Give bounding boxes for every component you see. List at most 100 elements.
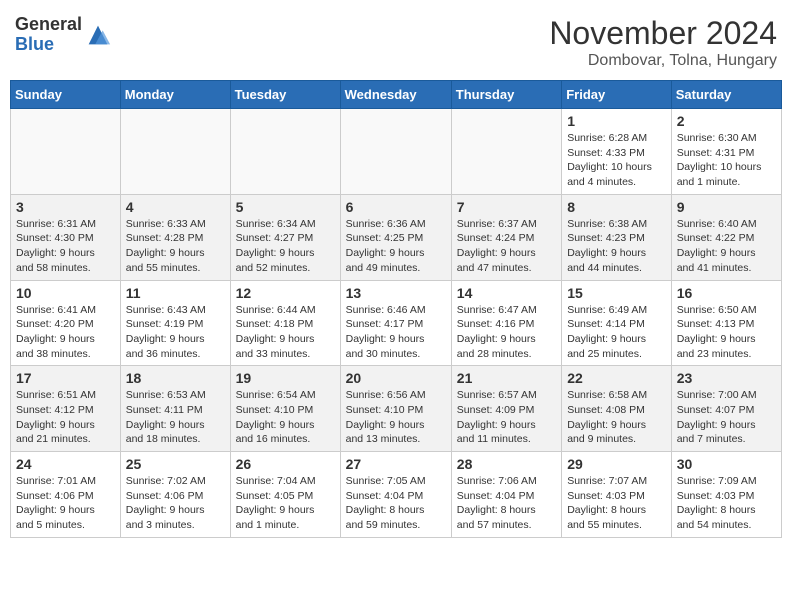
- day-info: Sunrise: 6:47 AM Sunset: 4:16 PM Dayligh…: [457, 303, 556, 362]
- day-number: 15: [567, 285, 666, 301]
- calendar-cell: 24 Sunrise: 7:01 AM Sunset: 4:06 PM Dayli…: [11, 452, 121, 538]
- calendar-cell: 2 Sunrise: 6:30 AM Sunset: 4:31 PM Daylig…: [671, 109, 781, 195]
- day-info: Sunrise: 7:07 AM Sunset: 4:03 PM Dayligh…: [567, 474, 666, 533]
- day-number: 19: [236, 370, 335, 386]
- calendar-table: SundayMondayTuesdayWednesdayThursdayFrid…: [10, 80, 782, 538]
- month-title: November 2024: [549, 15, 777, 52]
- calendar-cell: 30 Sunrise: 7:09 AM Sunset: 4:03 PM Dayli…: [671, 452, 781, 538]
- calendar-cell: 3 Sunrise: 6:31 AM Sunset: 4:30 PM Daylig…: [11, 194, 121, 280]
- day-info: Sunrise: 6:34 AM Sunset: 4:27 PM Dayligh…: [236, 217, 335, 276]
- calendar-cell: [11, 109, 121, 195]
- day-info: Sunrise: 6:38 AM Sunset: 4:23 PM Dayligh…: [567, 217, 666, 276]
- day-number: 25: [126, 456, 225, 472]
- calendar-cell: 21Sunrise: 6:57 AM Sunset: 4:09 PM Dayli…: [451, 366, 561, 452]
- day-number: 26: [236, 456, 335, 472]
- day-number: 29: [567, 456, 666, 472]
- calendar-cell: [340, 109, 451, 195]
- calendar-cell: 12 Sunrise: 6:44 AM Sunset: 4:18 PM Dayli…: [230, 280, 340, 366]
- day-number: 10: [16, 285, 115, 301]
- day-info: Sunrise: 7:05 AM Sunset: 4:04 PM Dayligh…: [346, 474, 446, 533]
- day-number: 13: [346, 285, 446, 301]
- week-row-5: 24 Sunrise: 7:01 AM Sunset: 4:06 PM Dayli…: [11, 452, 782, 538]
- calendar-cell: [120, 109, 230, 195]
- day-info: Sunrise: 7:09 AM Sunset: 4:03 PM Dayligh…: [677, 474, 776, 533]
- day-number: 18: [126, 370, 225, 386]
- column-header-monday: Monday: [120, 81, 230, 109]
- day-number: 28: [457, 456, 556, 472]
- column-header-wednesday: Wednesday: [340, 81, 451, 109]
- day-info: Sunrise: 6:49 AM Sunset: 4:14 PM Dayligh…: [567, 303, 666, 362]
- calendar-cell: 22Sunrise: 6:58 AM Sunset: 4:08 PM Dayli…: [562, 366, 672, 452]
- day-number: 24: [16, 456, 115, 472]
- day-info: Sunrise: 6:58 AM Sunset: 4:08 PM Dayligh…: [567, 388, 666, 447]
- day-info: Sunrise: 6:33 AM Sunset: 4:28 PM Dayligh…: [126, 217, 225, 276]
- column-header-thursday: Thursday: [451, 81, 561, 109]
- day-number: 3: [16, 199, 115, 215]
- day-number: 9: [677, 199, 776, 215]
- calendar-cell: 15 Sunrise: 6:49 AM Sunset: 4:14 PM Dayli…: [562, 280, 672, 366]
- day-info: Sunrise: 6:31 AM Sunset: 4:30 PM Dayligh…: [16, 217, 115, 276]
- calendar-cell: 25 Sunrise: 7:02 AM Sunset: 4:06 PM Dayli…: [120, 452, 230, 538]
- day-number: 4: [126, 199, 225, 215]
- day-info: Sunrise: 6:50 AM Sunset: 4:13 PM Dayligh…: [677, 303, 776, 362]
- day-info: Sunrise: 7:04 AM Sunset: 4:05 PM Dayligh…: [236, 474, 335, 533]
- calendar-cell: 23Sunrise: 7:00 AM Sunset: 4:07 PM Dayli…: [671, 366, 781, 452]
- day-info: Sunrise: 6:56 AM Sunset: 4:10 PM Dayligh…: [346, 388, 446, 447]
- day-number: 6: [346, 199, 446, 215]
- calendar-cell: 7Sunrise: 6:37 AM Sunset: 4:24 PM Daylig…: [451, 194, 561, 280]
- day-info: Sunrise: 6:51 AM Sunset: 4:12 PM Dayligh…: [16, 388, 115, 447]
- day-number: 20: [346, 370, 446, 386]
- day-number: 27: [346, 456, 446, 472]
- header: General Blue November 2024 Dombovar, Tol…: [10, 10, 782, 70]
- calendar-cell: 27 Sunrise: 7:05 AM Sunset: 4:04 PM Dayli…: [340, 452, 451, 538]
- day-info: Sunrise: 6:41 AM Sunset: 4:20 PM Dayligh…: [16, 303, 115, 362]
- day-number: 7: [457, 199, 556, 215]
- calendar-header-row: SundayMondayTuesdayWednesdayThursdayFrid…: [11, 81, 782, 109]
- day-number: 14: [457, 285, 556, 301]
- day-number: 12: [236, 285, 335, 301]
- day-number: 11: [126, 285, 225, 301]
- day-number: 8: [567, 199, 666, 215]
- calendar-cell: 19 Sunrise: 6:54 AM Sunset: 4:10 PM Dayli…: [230, 366, 340, 452]
- day-number: 1: [567, 113, 666, 129]
- day-number: 21: [457, 370, 556, 386]
- day-info: Sunrise: 6:36 AM Sunset: 4:25 PM Dayligh…: [346, 217, 446, 276]
- calendar-cell: 5 Sunrise: 6:34 AM Sunset: 4:27 PM Daylig…: [230, 194, 340, 280]
- logo-icon: [84, 21, 112, 49]
- column-header-friday: Friday: [562, 81, 672, 109]
- calendar-cell: 11 Sunrise: 6:43 AM Sunset: 4:19 PM Dayli…: [120, 280, 230, 366]
- calendar-cell: 4 Sunrise: 6:33 AM Sunset: 4:28 PM Daylig…: [120, 194, 230, 280]
- day-number: 17: [16, 370, 115, 386]
- day-number: 16: [677, 285, 776, 301]
- day-info: Sunrise: 6:30 AM Sunset: 4:31 PM Dayligh…: [677, 131, 776, 190]
- day-info: Sunrise: 6:54 AM Sunset: 4:10 PM Dayligh…: [236, 388, 335, 447]
- calendar-cell: 29 Sunrise: 7:07 AM Sunset: 4:03 PM Dayli…: [562, 452, 672, 538]
- day-info: Sunrise: 6:43 AM Sunset: 4:19 PM Dayligh…: [126, 303, 225, 362]
- logo-general-text: General: [15, 15, 82, 35]
- calendar-cell: 18Sunrise: 6:53 AM Sunset: 4:11 PM Dayli…: [120, 366, 230, 452]
- calendar-cell: [230, 109, 340, 195]
- calendar-cell: 26 Sunrise: 7:04 AM Sunset: 4:05 PM Dayli…: [230, 452, 340, 538]
- calendar-cell: 8 Sunrise: 6:38 AM Sunset: 4:23 PM Daylig…: [562, 194, 672, 280]
- day-info: Sunrise: 7:01 AM Sunset: 4:06 PM Dayligh…: [16, 474, 115, 533]
- calendar-cell: 1 Sunrise: 6:28 AM Sunset: 4:33 PM Daylig…: [562, 109, 672, 195]
- day-info: Sunrise: 6:40 AM Sunset: 4:22 PM Dayligh…: [677, 217, 776, 276]
- title-area: November 2024 Dombovar, Tolna, Hungary: [549, 15, 777, 70]
- day-number: 30: [677, 456, 776, 472]
- day-info: Sunrise: 7:00 AM Sunset: 4:07 PM Dayligh…: [677, 388, 776, 447]
- column-header-sunday: Sunday: [11, 81, 121, 109]
- day-info: Sunrise: 6:44 AM Sunset: 4:18 PM Dayligh…: [236, 303, 335, 362]
- calendar-cell: 16 Sunrise: 6:50 AM Sunset: 4:13 PM Dayli…: [671, 280, 781, 366]
- day-info: Sunrise: 7:02 AM Sunset: 4:06 PM Dayligh…: [126, 474, 225, 533]
- week-row-4: 17 Sunrise: 6:51 AM Sunset: 4:12 PM Dayli…: [11, 366, 782, 452]
- calendar-cell: 10 Sunrise: 6:41 AM Sunset: 4:20 PM Dayli…: [11, 280, 121, 366]
- logo-blue-text: Blue: [15, 35, 82, 55]
- column-header-saturday: Saturday: [671, 81, 781, 109]
- logo: General Blue: [15, 15, 112, 55]
- calendar-cell: 9 Sunrise: 6:40 AM Sunset: 4:22 PM Daylig…: [671, 194, 781, 280]
- calendar-cell: 14 Sunrise: 6:47 AM Sunset: 4:16 PM Dayli…: [451, 280, 561, 366]
- calendar-cell: 6 Sunrise: 6:36 AM Sunset: 4:25 PM Daylig…: [340, 194, 451, 280]
- day-number: 2: [677, 113, 776, 129]
- day-info: Sunrise: 6:28 AM Sunset: 4:33 PM Dayligh…: [567, 131, 666, 190]
- day-number: 5: [236, 199, 335, 215]
